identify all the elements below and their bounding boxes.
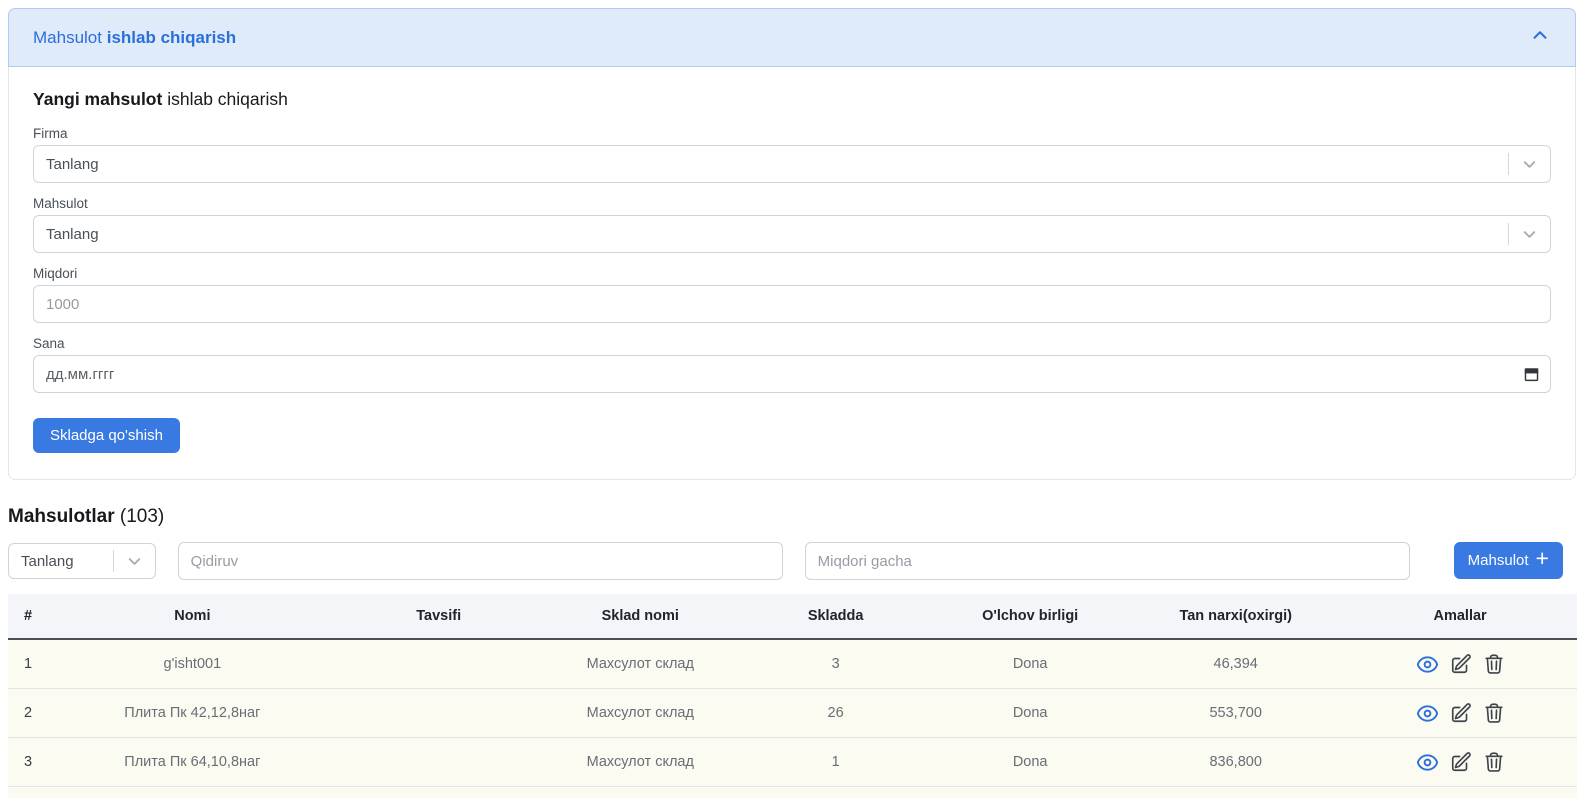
table-header-row: # Nomi Tavsifi Sklad nomi Skladda O'lcho… [8,594,1577,639]
miqdori-input[interactable] [33,285,1551,323]
cell-index: 1 [8,639,49,689]
firma-label: Firma [33,126,1551,141]
cell-amallar [1343,787,1577,798]
add-product-button[interactable]: Mahsulot + [1454,542,1563,579]
cell-amallar [1343,639,1577,689]
table-row: 1 g'isht001 Махсулот склад 3 Dona 46,394 [8,639,1577,689]
production-panel: Mahsulot ishlab chiqarish Yangi mahsulot… [8,8,1576,480]
cell-tan-narxi: 553,700 [1128,689,1343,738]
cell-olchov-birligi: Dona [932,787,1128,798]
col-header-tan-narxi: Tan narxi(oxirgi) [1128,594,1343,639]
cell-skladda: 1 [739,738,932,787]
panel-body: Yangi mahsulot ishlab chiqarish Firma Ta… [8,67,1576,480]
cell-sklad-nomi: Махсулот склад [541,738,739,787]
table-row: 4 Плита Пк 64,12,8н Махсулот склад 4 Don… [8,787,1577,798]
miqdori-label: Miqdori [33,266,1551,281]
form-title-regular: ishlab chiqarish [167,89,288,109]
cell-skladda: 4 [739,787,932,798]
miqdori-field-group: Miqdori [33,266,1551,323]
cell-skladda: 26 [739,689,932,738]
products-heading-title: Mahsulotlar [8,506,115,527]
cell-olchov-birligi: Dona [932,639,1128,689]
cell-nomi: Плита Пк 64,12,8н [49,787,336,798]
panel-title: Mahsulot ishlab chiqarish [33,28,236,48]
products-heading-count: (103) [120,506,164,527]
mahsulot-field-group: Mahsulot Tanlang [33,196,1551,253]
table-row: 3 Плита Пк 64,10,8наг Махсулот склад 1 D… [8,738,1577,787]
view-eye-icon[interactable] [1416,702,1439,725]
firma-field-group: Firma Tanlang [33,126,1551,183]
edit-pencil-icon[interactable] [1450,702,1472,724]
col-header-olchov-birligi: O'lchov birligi [932,594,1128,639]
sana-field-group: Sana [33,336,1551,393]
col-header-index: # [8,594,49,639]
col-header-nomi: Nomi [49,594,336,639]
mahsulot-select[interactable]: Tanlang [33,215,1551,253]
mahsulot-label: Mahsulot [33,196,1551,211]
cell-nomi: Плита Пк 64,10,8наг [49,738,336,787]
form-title-bold: Yangi mahsulot [33,89,162,109]
delete-trash-icon[interactable] [1483,702,1505,724]
view-eye-icon[interactable] [1416,653,1439,676]
table-row: 2 Плита Пк 42,12,8наг Махсулот склад 26 … [8,689,1577,738]
cell-nomi: g'isht001 [49,639,336,689]
quantity-filter-input[interactable] [805,542,1410,580]
chevron-down-icon[interactable] [1509,155,1550,174]
delete-trash-icon[interactable] [1483,751,1505,773]
cell-amallar [1343,738,1577,787]
col-header-amallar: Amallar [1343,594,1577,639]
firma-select[interactable]: Tanlang [33,145,1551,183]
panel-title-regular: Mahsulot [33,28,102,47]
cell-tavsifi [336,639,542,689]
edit-pencil-icon[interactable] [1450,751,1472,773]
cell-tan-narxi: 1,003,355 [1128,787,1343,798]
form-title: Yangi mahsulot ishlab chiqarish [33,89,1551,110]
cell-nomi: Плита Пк 42,12,8наг [49,689,336,738]
edit-pencil-icon[interactable] [1450,653,1472,675]
cell-tavsifi [336,787,542,798]
col-header-tavsifi: Tavsifi [336,594,542,639]
cell-amallar [1343,689,1577,738]
plus-icon: + [1536,547,1549,570]
cell-tavsifi [336,738,542,787]
add-product-button-label: Mahsulot [1468,552,1529,569]
filters-row: Tanlang Mahsulot + [8,542,1576,580]
cell-index: 2 [8,689,49,738]
cell-skladda: 3 [739,639,932,689]
cell-olchov-birligi: Dona [932,738,1128,787]
sana-date-input[interactable] [33,355,1551,393]
mahsulot-select-value: Tanlang [46,226,99,243]
cell-tan-narxi: 46,394 [1128,639,1343,689]
filter-select[interactable]: Tanlang [8,543,156,579]
cell-tavsifi [336,689,542,738]
col-header-skladda: Skladda [739,594,932,639]
search-input[interactable] [178,542,783,580]
chevron-down-icon[interactable] [1509,225,1550,244]
sana-label: Sana [33,336,1551,351]
delete-trash-icon[interactable] [1483,653,1505,675]
view-eye-icon[interactable] [1416,751,1439,774]
firma-select-value: Tanlang [46,156,99,173]
products-table: # Nomi Tavsifi Sklad nomi Skladda O'lcho… [8,594,1577,798]
add-to-warehouse-button[interactable]: Skladga qo'shish [33,418,180,453]
cell-index: 3 [8,738,49,787]
cell-sklad-nomi: Махсулот склад [541,639,739,689]
panel-title-bold: ishlab chiqarish [107,28,236,47]
cell-tan-narxi: 836,800 [1128,738,1343,787]
cell-index: 4 [8,787,49,798]
filter-select-value: Tanlang [21,553,74,570]
calendar-icon[interactable] [1523,366,1540,383]
panel-header[interactable]: Mahsulot ishlab chiqarish [8,8,1576,67]
cell-sklad-nomi: Махсулот склад [541,787,739,798]
products-heading: Mahsulotlar (103) [8,506,1576,528]
chevron-down-icon[interactable] [114,552,155,571]
chevron-up-icon[interactable] [1529,24,1551,51]
cell-olchov-birligi: Dona [932,689,1128,738]
products-table-body: 1 g'isht001 Махсулот склад 3 Dona 46,394… [8,639,1577,798]
cell-sklad-nomi: Махсулот склад [541,689,739,738]
col-header-sklad-nomi: Sklad nomi [541,594,739,639]
